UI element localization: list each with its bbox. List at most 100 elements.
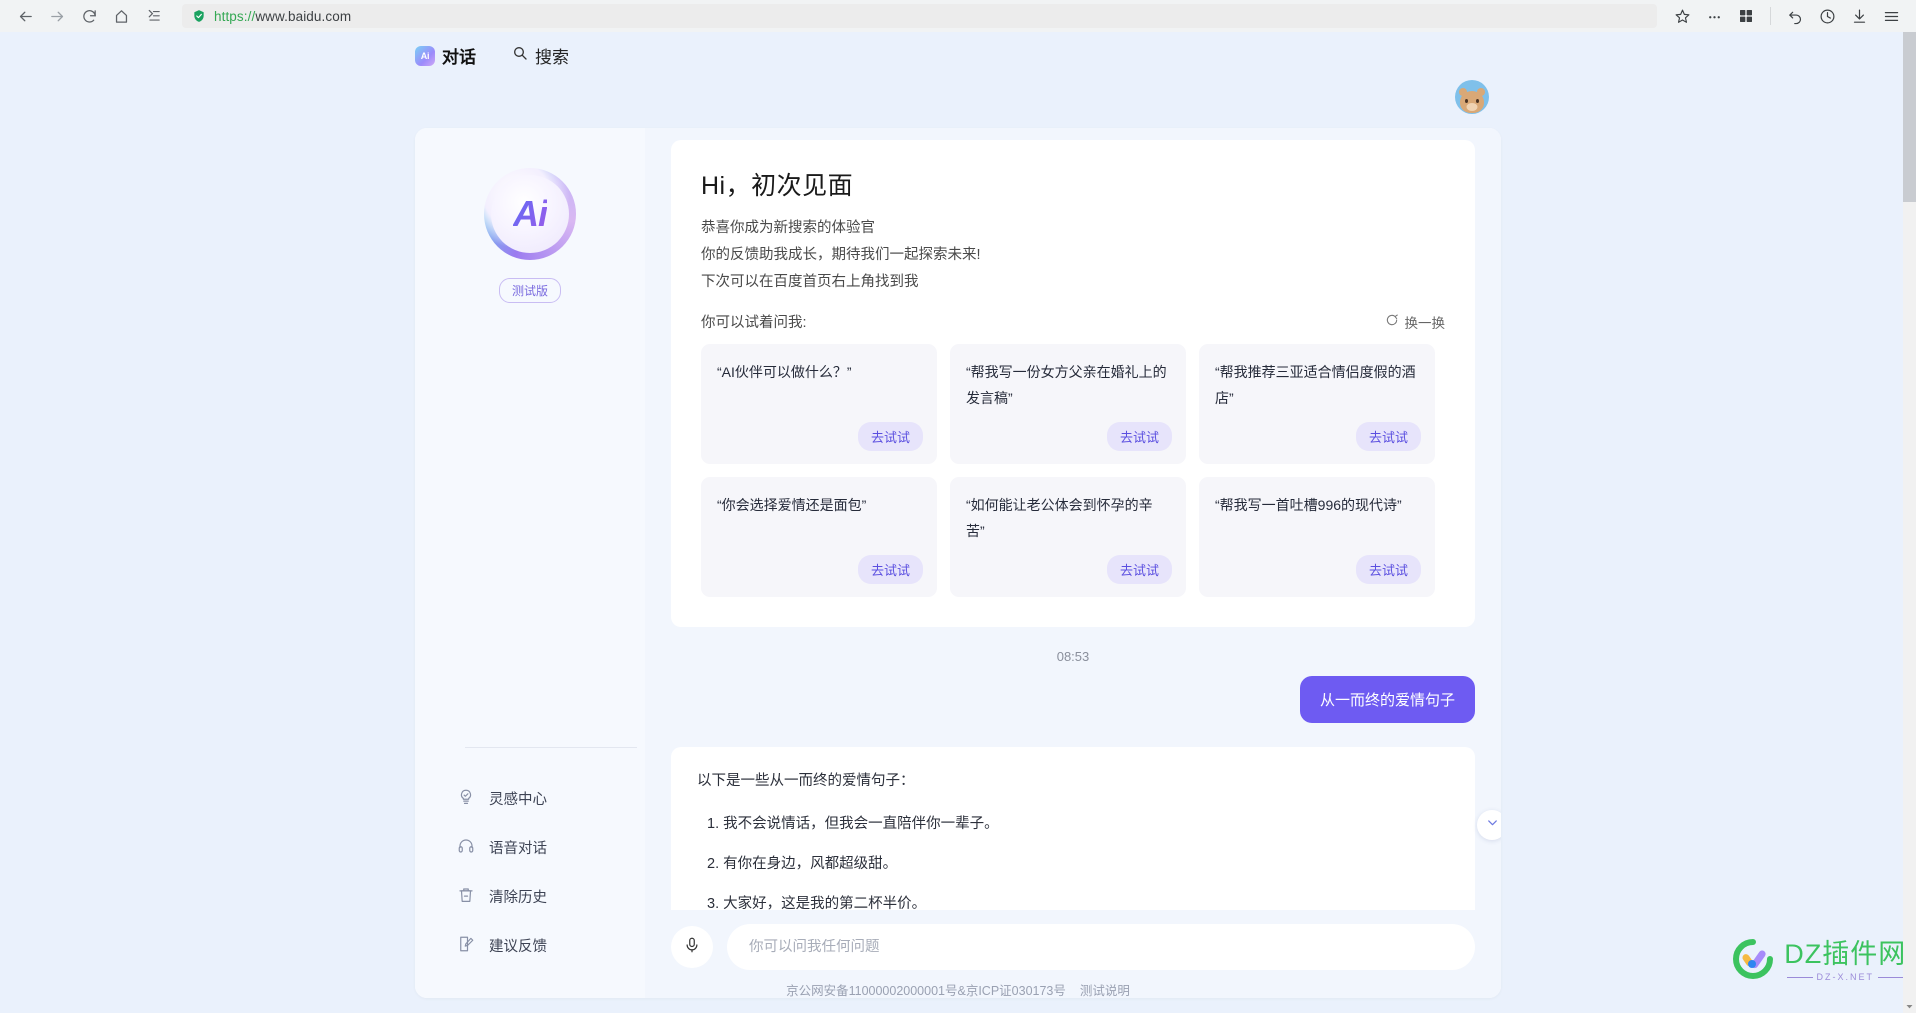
hamburger-menu-icon xyxy=(1883,8,1900,25)
refresh-circle-icon xyxy=(1385,313,1399,330)
undo-icon xyxy=(1787,8,1804,25)
sidebar-item-voice-chat-label: 语音对话 xyxy=(489,841,547,857)
message-timestamp: 08:53 xyxy=(1056,649,1090,664)
welcome-line-1: 恭喜你成为新搜索的体验官 xyxy=(701,220,875,236)
bot-message-item: 1. 我不会说情话，但我会一直陪伴你一辈子。 xyxy=(707,816,999,832)
footer-note-link[interactable]: 测试说明 xyxy=(1080,984,1130,998)
favorite-button[interactable] xyxy=(1667,1,1697,31)
history-button[interactable] xyxy=(1812,1,1842,31)
prompt-card-try-button[interactable]: 去试试 xyxy=(1106,422,1172,451)
sidebar-item-clear-history[interactable]: 清除历史 xyxy=(457,872,645,921)
prompt-card[interactable]: “帮我推荐三亚适合情侣度假的酒店” 去试试 xyxy=(1199,344,1435,464)
user-message-row: 从一而终的爱情句子 xyxy=(671,676,1475,723)
welcome-title: Hi，初次见面 xyxy=(701,172,854,200)
tab-dialogue-label: 对话 xyxy=(442,48,476,67)
watermark: DZ插件网 DZ-X.NET xyxy=(1731,937,1909,986)
prompt-card[interactable]: “AI伙伴可以做什么？” 去试试 xyxy=(701,344,937,464)
tab-search-label: 搜索 xyxy=(535,48,569,67)
user-avatar[interactable] xyxy=(1455,80,1489,114)
home-button[interactable] xyxy=(106,1,136,31)
reload-button[interactable] xyxy=(74,1,104,31)
ai-logo-text: Ai xyxy=(513,193,548,234)
microphone-icon xyxy=(683,936,701,959)
address-bar-text: https://www.baidu.com xyxy=(214,9,351,24)
undo-button[interactable] xyxy=(1780,1,1810,31)
avatar-ear-left xyxy=(1459,88,1467,96)
prompt-card-question: “帮我写一份女方父亲在婚礼上的发言稿” xyxy=(966,364,1167,406)
ai-logo: Ai xyxy=(484,168,576,260)
scrollbar-thumb[interactable] xyxy=(1903,32,1916,202)
footer-license: 京公网安备11000002000001号&京ICP证030173号 xyxy=(786,984,1066,998)
collections-icon xyxy=(145,8,162,25)
welcome-card: Hi，初次见面 恭喜你成为新搜索的体验官 你的反馈助我成长，期待我们一起探索未来… xyxy=(671,140,1475,627)
refresh-prompts-label: 换一换 xyxy=(1404,315,1446,331)
prompt-card[interactable]: “你会选择爱情还是面包” 去试试 xyxy=(701,477,937,597)
site-top-nav: Ai 对话 搜索 xyxy=(0,32,1916,79)
bot-message-intro: 以下是一些从一而终的爱情句子： xyxy=(697,773,915,789)
voice-input-button[interactable] xyxy=(671,926,713,968)
collections-button[interactable] xyxy=(138,1,168,31)
prompt-card-try-button[interactable]: 去试试 xyxy=(857,555,923,584)
avatar-ear-right xyxy=(1477,88,1485,96)
scrollbar-down-arrow[interactable] xyxy=(1903,999,1916,1013)
url-scheme: https:// xyxy=(214,8,256,24)
forward-arrow-icon xyxy=(49,8,66,25)
try-prompts-header: 你可以试着问我: 换一换 xyxy=(701,311,1445,332)
sidebar-divider xyxy=(465,747,637,748)
scroll-to-bottom-button[interactable] xyxy=(1477,810,1501,840)
address-bar[interactable]: https://www.baidu.com xyxy=(182,4,1657,28)
message-input-wrapper[interactable] xyxy=(727,924,1475,970)
bot-message-bubble: 以下是一些从一而终的爱情句子： 1. 我不会说情话，但我会一直陪伴你一辈子。 2… xyxy=(671,747,1475,910)
home-icon xyxy=(113,8,130,25)
prompt-card-question: “帮我写一首吐槽996的现代诗” xyxy=(1215,497,1402,513)
prompt-card[interactable]: “帮我写一首吐槽996的现代诗” 去试试 xyxy=(1199,477,1435,597)
download-icon xyxy=(1851,8,1868,25)
prompt-card[interactable]: “如何能让老公体会到怀孕的辛苦” 去试试 xyxy=(950,477,1186,597)
toolbar-right-actions xyxy=(1667,1,1906,31)
tab-search[interactable]: 搜索 xyxy=(512,43,569,68)
sidebar-item-inspiration[interactable]: 灵感中心 xyxy=(457,774,645,823)
prompt-card-question: “你会选择爱情还是面包” xyxy=(717,497,867,513)
footer: 京公网安备11000002000001号&京ICP证030173号 测试说明 xyxy=(0,980,1916,999)
avatar-muzzle xyxy=(1466,103,1478,111)
ai-badge-icon: Ai xyxy=(415,45,435,66)
try-prompts-label: 你可以试着问我: xyxy=(701,315,807,331)
apps-button[interactable] xyxy=(1731,1,1761,31)
sidebar-item-feedback[interactable]: 建议反馈 xyxy=(457,921,645,970)
bot-message-item: 2. 有你在身边，风都超级甜。 xyxy=(707,856,898,872)
prompt-card-try-button[interactable]: 去试试 xyxy=(1355,422,1421,451)
avatar-eye-right xyxy=(1476,99,1479,103)
prompt-card-try-button[interactable]: 去试试 xyxy=(1355,555,1421,584)
refresh-prompts-button[interactable]: 换一换 xyxy=(1385,312,1446,332)
beta-badge: 测试版 xyxy=(498,278,561,303)
sidebar-item-voice-chat[interactable]: 语音对话 xyxy=(457,823,645,872)
avatar-eye-left xyxy=(1465,99,1468,103)
welcome-line-3: 下次可以在百度首页右上角找到我 xyxy=(701,274,919,290)
chevron-down-icon xyxy=(1485,815,1500,835)
prompt-card[interactable]: “帮我写一份女方父亲在婚礼上的发言稿” 去试试 xyxy=(950,344,1186,464)
browser-menu-button[interactable] xyxy=(1876,1,1906,31)
sidebar-menu: 灵感中心 语音对话 清除历史 建议反馈 xyxy=(415,747,645,970)
grid-apps-icon xyxy=(1738,8,1754,24)
back-button[interactable] xyxy=(10,1,40,31)
tab-dialogue[interactable]: Ai 对话 xyxy=(415,43,476,68)
more-options-button[interactable] xyxy=(1699,1,1729,31)
browser-toolbar: https://www.baidu.com xyxy=(0,0,1916,32)
watermark-subtitle: DZ-X.NET xyxy=(1783,972,1909,982)
prompt-card-try-button[interactable]: 去试试 xyxy=(857,422,923,451)
trash-icon xyxy=(457,886,475,908)
message-input[interactable] xyxy=(749,939,1453,955)
headphones-icon xyxy=(457,837,475,859)
sidebar: Ai 测试版 灵感中心 语音对话 清除历史 建议反馈 xyxy=(415,128,645,998)
reload-icon xyxy=(81,8,98,25)
downloads-button[interactable] xyxy=(1844,1,1874,31)
sidebar-item-feedback-label: 建议反馈 xyxy=(489,939,547,955)
back-arrow-icon xyxy=(17,8,34,25)
shield-secure-icon xyxy=(192,9,206,23)
avatar-face xyxy=(1459,88,1485,113)
star-icon xyxy=(1674,8,1691,25)
page-scrollbar[interactable] xyxy=(1903,32,1916,1013)
forward-button[interactable] xyxy=(42,1,72,31)
prompt-card-try-button[interactable]: 去试试 xyxy=(1106,555,1172,584)
lightbulb-icon xyxy=(457,788,475,810)
